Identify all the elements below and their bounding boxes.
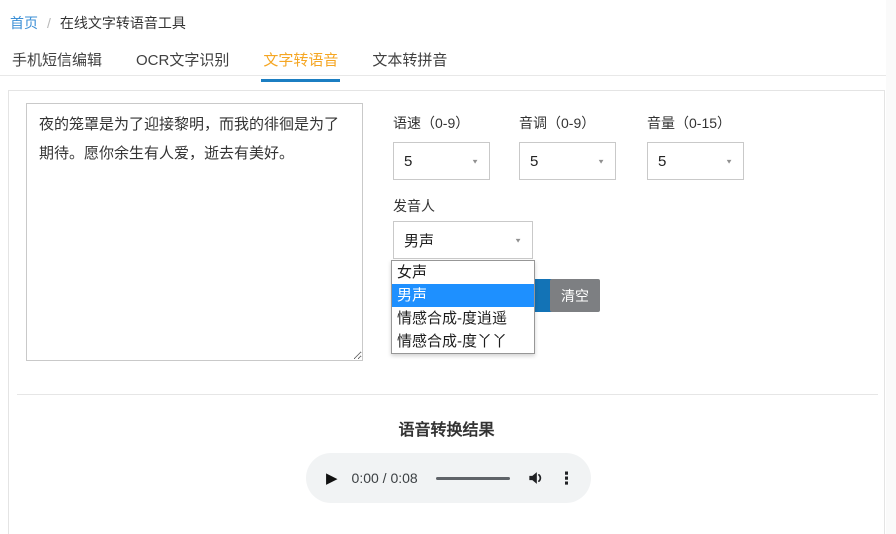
pitch-select-value: 5 bbox=[530, 152, 539, 170]
speaker-label: 发音人 bbox=[393, 198, 435, 214]
volume-icon[interactable] bbox=[526, 468, 546, 488]
audio-progress-bar[interactable] bbox=[435, 476, 510, 480]
tab-sms-edit[interactable]: 手机短信编辑 bbox=[10, 47, 104, 82]
breadcrumb-current: 在线文字转语音工具 bbox=[59, 15, 186, 31]
speed-select[interactable]: 5 ▼ bbox=[393, 142, 490, 180]
breadcrumb-separator: / bbox=[47, 15, 51, 31]
tab-ocr[interactable]: OCR文字识别 bbox=[134, 47, 231, 82]
speaker-option-female[interactable]: 女声 bbox=[392, 261, 534, 284]
speaker-options-list: 女声 男声 情感合成-度逍遥 情感合成-度丫丫 bbox=[391, 260, 535, 354]
speaker-option-emotion-duxiaoyao[interactable]: 情感合成-度逍遥 bbox=[392, 307, 534, 330]
scrollbar-track[interactable] bbox=[886, 0, 896, 534]
chevron-down-icon: ▼ bbox=[471, 157, 479, 165]
speaker-option-male[interactable]: 男声 bbox=[392, 284, 534, 307]
page: 首页 / 在线文字转语音工具 手机短信编辑 OCR文字识别 文字转语音 文本转拼… bbox=[0, 0, 896, 534]
clear-button[interactable]: 清空 bbox=[550, 279, 600, 312]
kebab-menu-icon[interactable]: ⋮ bbox=[558, 470, 575, 487]
speaker-option-emotion-duyaya[interactable]: 情感合成-度丫丫 bbox=[392, 330, 534, 353]
breadcrumb: 首页 / 在线文字转语音工具 bbox=[10, 13, 186, 33]
audio-player: ▶ 0:00 / 0:08 ⋮ bbox=[306, 453, 591, 503]
pitch-label: 音调（0-9） bbox=[519, 115, 596, 131]
tab-bar-divider bbox=[0, 75, 886, 76]
volume-label: 音量（0-15） bbox=[647, 115, 732, 131]
result-title: 语音转换结果 bbox=[398, 422, 495, 439]
main-panel: 夜的笼罩是为了迎接黎明，而我的徘徊是为了期待。愿你余生有人爱，逝去有美好。 语速… bbox=[8, 90, 885, 534]
pitch-select[interactable]: 5 ▼ bbox=[519, 142, 616, 180]
source-text-input[interactable]: 夜的笼罩是为了迎接黎明，而我的徘徊是为了期待。愿你余生有人爱，逝去有美好。 bbox=[26, 103, 363, 361]
tab-text-to-pinyin[interactable]: 文本转拼音 bbox=[370, 47, 449, 82]
tab-text-to-speech[interactable]: 文字转语音 bbox=[261, 47, 341, 82]
breadcrumb-home-link[interactable]: 首页 bbox=[10, 13, 38, 33]
speed-label: 语速（0-9） bbox=[393, 115, 470, 131]
speed-select-value: 5 bbox=[404, 152, 413, 170]
speaker-select[interactable]: 男声 ▼ bbox=[393, 221, 533, 259]
chevron-down-icon: ▼ bbox=[725, 157, 733, 165]
tab-bar: 手机短信编辑 OCR文字识别 文字转语音 文本转拼音 bbox=[10, 47, 449, 82]
volume-select-value: 5 bbox=[658, 152, 667, 170]
audio-time-display: 0:00 / 0:08 bbox=[351, 470, 418, 486]
speaker-select-value: 男声 bbox=[404, 232, 435, 250]
chevron-down-icon: ▼ bbox=[597, 157, 605, 165]
volume-select[interactable]: 5 ▼ bbox=[647, 142, 744, 180]
section-divider bbox=[17, 394, 878, 395]
play-icon[interactable]: ▶ bbox=[326, 471, 338, 486]
chevron-down-icon: ▼ bbox=[514, 236, 522, 244]
